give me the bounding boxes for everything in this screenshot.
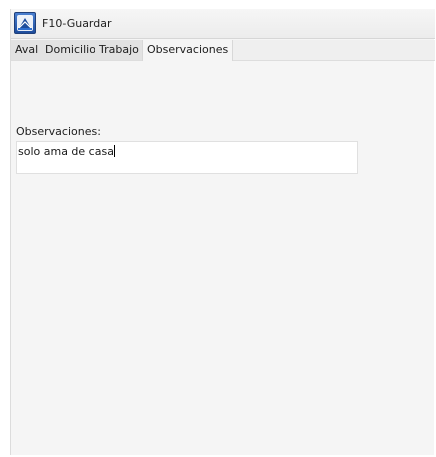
tab-domicilio[interactable]: Domicilio bbox=[41, 40, 101, 60]
tab-observaciones[interactable]: Observaciones bbox=[142, 40, 234, 61]
observaciones-label: Observaciones: bbox=[16, 125, 101, 138]
app-window: F10-Guardar Aval Domicilio Trabajo Obser… bbox=[10, 9, 435, 455]
window-title: F10-Guardar bbox=[42, 17, 112, 30]
observaciones-value: solo ama de casa bbox=[18, 145, 114, 158]
tab-bar: Aval Domicilio Trabajo Observaciones bbox=[11, 40, 435, 61]
title-bar: F10-Guardar bbox=[11, 9, 435, 39]
text-caret bbox=[113, 145, 115, 157]
tab-aval[interactable]: Aval bbox=[11, 40, 44, 60]
tab-trabajo[interactable]: Trabajo bbox=[95, 40, 144, 60]
observaciones-field[interactable]: solo ama de casa bbox=[16, 141, 358, 174]
app-logo-icon bbox=[14, 12, 36, 34]
